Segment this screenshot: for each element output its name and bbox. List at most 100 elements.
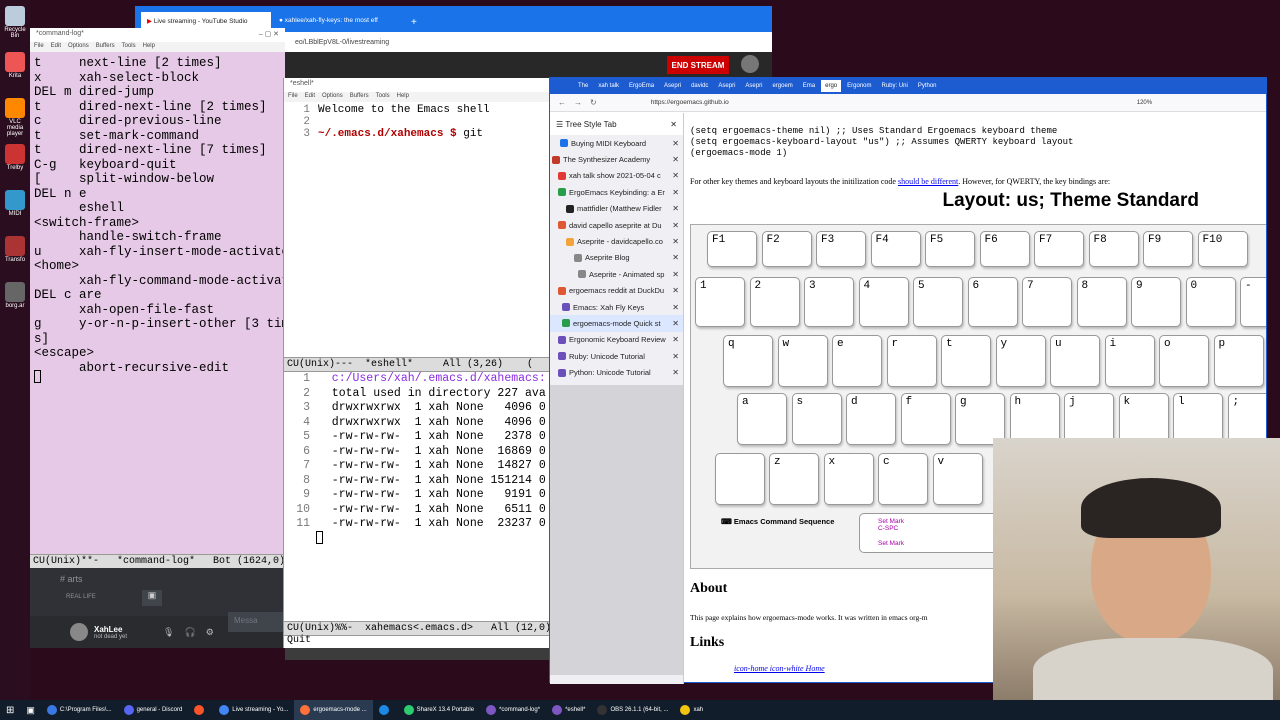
firefox-tab[interactable]: Ema	[799, 80, 819, 92]
eshell-buffer[interactable]: 1 Welcome to the Emacs shell 2 3 ~/.emacs.d/…	[284, 102, 551, 142]
close-tab-icon[interactable]: ✕	[672, 270, 679, 279]
desktop-icon[interactable]: borg.ar	[4, 282, 26, 309]
home-link[interactable]: icon-home icon-white Home	[734, 664, 825, 673]
firefox-tab[interactable]: Asepri	[741, 80, 766, 92]
menu-item[interactable]: Edit	[305, 93, 315, 101]
menu-item[interactable]: Tools	[376, 93, 390, 101]
tree-tab-item[interactable]: Aseprite - davidcapello.co ✕	[550, 233, 683, 249]
taskbar-app[interactable]: general - Discord	[118, 700, 189, 720]
close-tab-icon[interactable]: ✕	[672, 221, 679, 230]
end-stream-button[interactable]: END STREAM	[667, 56, 729, 74]
forward-icon[interactable]: →	[574, 98, 582, 107]
taskbar-app[interactable]	[373, 700, 398, 720]
tree-tab-item[interactable]: Ruby: Unicode Tutorial ✕	[550, 348, 683, 364]
command-log-buffer[interactable]: t next-line [2 times] x xah-select-block D…	[30, 52, 297, 379]
tree-tab-item[interactable]: Emacs: Xah Fly Keys ✕	[550, 299, 683, 315]
close-tab-icon[interactable]: ✕	[672, 139, 679, 148]
dired-line[interactable]: 7 -rw-rw-rw- 1 xah None 14827 0	[284, 459, 552, 474]
menu-item[interactable]: Options	[322, 93, 343, 101]
firefox-tab[interactable]: ergoem	[768, 80, 796, 92]
close-tab-icon[interactable]: ✕	[672, 352, 679, 361]
menu-item[interactable]: Help	[397, 93, 409, 101]
desktop-icon[interactable]: Krita	[4, 52, 26, 79]
tree-tab-item[interactable]: Python: Unicode Tutorial ✕	[550, 364, 683, 380]
desktop-icon[interactable]: VLC media player	[4, 98, 26, 137]
firefox-tab[interactable]: Asepri	[714, 80, 739, 92]
firefox-tab[interactable]: xah talk	[594, 80, 623, 92]
dired-line[interactable]: 6 -rw-rw-rw- 1 xah None 16869 0	[284, 445, 552, 460]
back-icon[interactable]: ←	[558, 98, 566, 107]
desktop-icon[interactable]: Transfo	[4, 236, 26, 263]
dired-buffer[interactable]: 1 c:/Users/xah/.emacs.d/xahemacs: 2 total…	[284, 372, 552, 532]
tree-tab-item[interactable]: The Synthesizer Academy ✕	[550, 151, 683, 167]
menu-item[interactable]: Buffers	[96, 43, 115, 51]
dired-line[interactable]: 4 drwxrwxrwx 1 xah None 4096 0	[284, 416, 552, 431]
firefox-tab[interactable]: ErgoEma	[625, 80, 658, 92]
firefox-tab[interactable]: Asepri	[660, 80, 685, 92]
dired-line[interactable]: 11 -rw-rw-rw- 1 xah None 23237 0	[284, 517, 552, 532]
desktop-icon[interactable]: Trelby	[4, 144, 26, 171]
menu-item[interactable]: File	[288, 93, 298, 101]
tree-tab-item[interactable]: ergoemacs reddit at DuckDu ✕	[550, 283, 683, 299]
menu-item[interactable]: Options	[68, 43, 89, 51]
taskbar-app[interactable]: *command-log*	[480, 700, 546, 720]
window-controls[interactable]: – ▢ ✕	[259, 30, 279, 40]
taskbar-app[interactable]: ergoemacs-mode ...	[294, 700, 373, 720]
close-icon[interactable]: ✕	[670, 120, 677, 129]
tab-github[interactable]: ● xahlee/xah-fly-keys: the most eff	[273, 12, 403, 32]
close-tab-icon[interactable]: ✕	[672, 303, 679, 312]
tree-tab-item[interactable]: Aseprite Blog ✕	[550, 250, 683, 266]
menu-item[interactable]: Tools	[122, 43, 136, 51]
address-bar[interactable]: https://ergoemacs.github.io	[651, 99, 729, 106]
dired-line[interactable]: 2 total used in directory 227 ava	[284, 387, 552, 402]
start-button[interactable]: ⊞	[0, 700, 20, 720]
taskbar-app[interactable]: xah	[674, 700, 709, 720]
close-tab-icon[interactable]: ✕	[672, 204, 679, 213]
tree-tab-item[interactable]: mattfidler (Matthew Fidler ✕	[550, 201, 683, 217]
zoom-level[interactable]: 120%	[1137, 100, 1152, 106]
gear-icon[interactable]: ⚙	[206, 627, 214, 638]
close-tab-icon[interactable]: ✕	[672, 237, 679, 246]
close-tab-icon[interactable]: ✕	[672, 286, 679, 295]
dired-line[interactable]: 5 -rw-rw-rw- 1 xah None 2378 0	[284, 430, 552, 445]
tree-tab-item[interactable]: Ergonomic Keyboard Review ✕	[550, 332, 683, 348]
close-tab-icon[interactable]: ✕	[672, 171, 679, 180]
dired-line[interactable]: 3 drwxrwxrwx 1 xah None 4096 0	[284, 401, 552, 416]
mic-icon[interactable]: 🎙	[163, 627, 174, 638]
firefox-tab[interactable]: The	[574, 80, 592, 92]
message-input[interactable]: Messa	[228, 612, 285, 632]
firefox-tab[interactable]: Ruby: Uni	[878, 80, 912, 92]
taskbar-app[interactable]: OBS 26.1.1 (64-bit, ...	[591, 700, 674, 720]
firefox-tab[interactable]: ergo	[821, 80, 842, 92]
menu-item[interactable]: Edit	[51, 43, 61, 51]
menu-item[interactable]: File	[34, 43, 44, 51]
firefox-tab[interactable]: Python	[914, 80, 941, 92]
close-tab-icon[interactable]: ✕	[672, 319, 679, 328]
reload-icon[interactable]: ↻	[590, 98, 597, 107]
close-tab-icon[interactable]: ✕	[672, 253, 679, 262]
avatar[interactable]	[741, 55, 759, 73]
dired-line[interactable]: 10 -rw-rw-rw- 1 xah None 6511 0	[284, 503, 552, 518]
tree-tab-item[interactable]: ergoemacs-mode Quick st ✕	[550, 315, 683, 332]
taskbar-app[interactable]: C:\Program Files\...	[41, 700, 118, 720]
taskbar-app[interactable]	[188, 700, 213, 720]
tree-tab-item[interactable]: ErgoEmacs Keybinding: a Er ✕	[550, 184, 683, 200]
headphones-icon[interactable]: 🎧	[184, 627, 195, 638]
should-be-different-link[interactable]: should be different	[898, 177, 958, 186]
new-tab-button[interactable]: +	[405, 17, 423, 32]
taskbar-app[interactable]: ShareX 13.4 Portable	[398, 700, 480, 720]
desktop-icon[interactable]: MIDI	[4, 190, 26, 217]
dired-line[interactable]: 8 -rw-rw-rw- 1 xah None 151214 0	[284, 474, 552, 489]
sidebar-title[interactable]: Tree Style Tab	[565, 120, 616, 129]
tree-tab-item[interactable]: Buying MIDI Keyboard ✕	[550, 135, 683, 151]
task-view-icon[interactable]: ▣	[20, 700, 41, 720]
dired-line[interactable]: 1 c:/Users/xah/.emacs.d/xahemacs:	[284, 372, 552, 387]
close-tab-icon[interactable]: ✕	[672, 188, 679, 197]
close-tab-icon[interactable]: ✕	[672, 368, 679, 377]
tree-tab-item[interactable]: david capello aseprite at Du ✕	[550, 217, 683, 233]
attach-icon[interactable]: ▣	[142, 590, 162, 606]
close-tab-icon[interactable]: ✕	[672, 155, 679, 164]
taskbar-app[interactable]: *eshell*	[546, 700, 591, 720]
dired-line[interactable]: 9 -rw-rw-rw- 1 xah None 9191 0	[284, 488, 552, 503]
tree-tab-item[interactable]: xah talk show 2021-05-04 c ✕	[550, 168, 683, 184]
